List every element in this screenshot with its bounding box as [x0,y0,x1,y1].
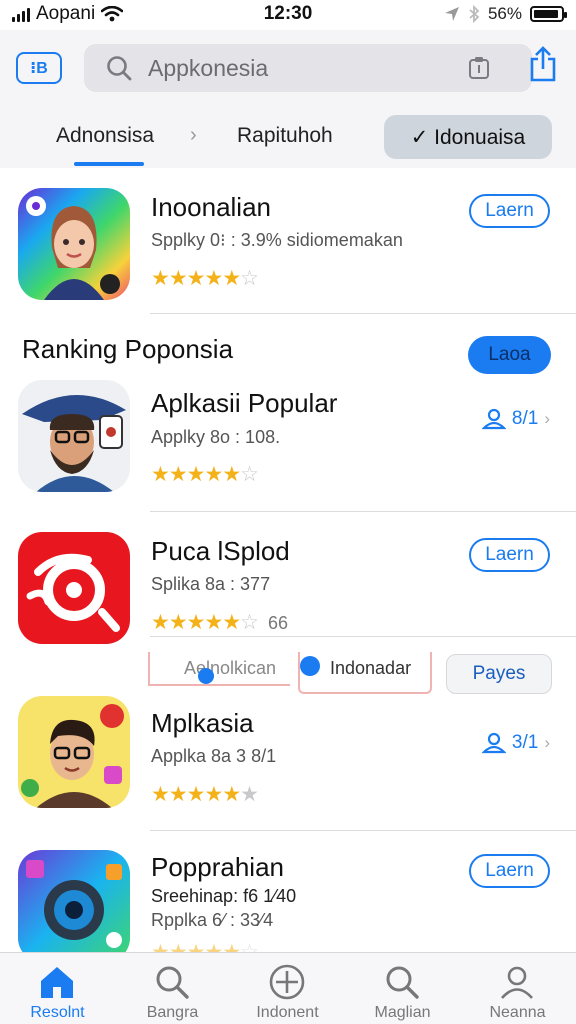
active-tab-indicator [74,162,144,166]
back-label: ⁝B [30,60,48,77]
rating-count: 66 [267,613,288,633]
section-action-button[interactable]: Laoa [468,336,551,374]
app-name: Aplkasii Popular [151,388,338,418]
clipboard-icon[interactable] [468,56,490,80]
star-rating: ★★★★★★ [151,783,259,806]
list-item[interactable]: Inoonalian Spplky 0⁝ : 3.9% sidiomemakan… [0,186,576,306]
get-button[interactable]: Laern [469,538,550,572]
divider [150,830,576,831]
app-subtitle: Applky 8o : 108. [151,427,281,447]
app-name: Inoonalian [151,192,271,222]
app-subtitle: Applka 8a 3 8/1 [151,746,277,766]
divider [150,313,576,314]
subfilter-c-button[interactable]: Payes [446,654,552,694]
app-subtitle-2: Rpplka 6⁄ : 33⁄4 [151,910,274,930]
status-bar: Aopani 12:30 56% [0,0,576,30]
status-right: 56% [444,4,567,24]
search-icon [386,966,419,999]
section-action-label: Laoa [488,344,531,365]
subfilter-b[interactable]: Indonadar [298,652,432,694]
get-button[interactable]: Laern [469,854,550,888]
header: ⁝B Adnonsisa › Rapituhoh ✓ Idonuaisa [0,30,576,168]
home-icon [41,967,73,998]
radio-dot-icon [198,668,214,684]
chevron-right-icon: › [544,409,550,428]
battery-icon [530,6,567,22]
battery-percent: 56% [487,4,522,23]
tab-label: Resolnt [30,1004,85,1021]
star-rating: ★★★★★☆ [151,463,259,486]
rank-value: 8/1 [511,408,539,429]
filter-bar: Adnonsisa › Rapituhoh ✓ Idonuaisa [0,112,576,166]
search-icon [107,56,132,81]
bottom-tab-bar: Resolnt Bangra Indonent Maglian Neanna [0,952,576,1024]
plus-circle-icon [269,964,305,1000]
tab-indonent[interactable]: Indonent [230,953,345,1024]
list-item[interactable]: Aplkasii Popular Applky 8o : 108. ★★★★★☆… [0,380,576,500]
tab-resolnt[interactable]: Resolnt [0,953,115,1024]
search-input[interactable] [148,54,438,82]
location-arrow-icon [444,7,459,21]
divider [150,511,576,512]
filter-chip-indonesia[interactable]: ✓ Idonuaisa [384,115,552,159]
app-icon-red-swirl [18,532,130,644]
tab-label: Neanna [489,1004,546,1021]
star-rating: ★★★★★☆ [151,267,259,290]
section-title: Ranking Poponsia [22,334,234,364]
tab-maglian[interactable]: Maglian [345,953,460,1024]
share-icon[interactable] [528,46,558,82]
person-icon [501,966,533,999]
get-button-label: Laern [485,860,534,881]
sub-filter-bar: Aelnolkican Indonadar Payes [148,652,568,696]
get-button[interactable]: Laern [469,194,550,228]
tab-rapituhoh[interactable]: Rapituhoh [237,124,333,148]
tab-adnonsisa[interactable]: Adnonsisa [56,124,154,148]
subfilter-b-label: Indonadar [330,658,412,678]
app-icon-avatar-girl [18,188,130,300]
app-name: Popprahian [151,852,284,882]
rank-value: 3/1 [511,732,539,753]
app-icon-wizard-man [18,380,130,492]
subfilter-c-label: Payes [472,663,526,684]
list-item[interactable]: Mplkasia Applka 8a 3 8/1 ★★★★★★ 3/1 › [0,694,576,814]
app-subtitle: Splika 8a : 377 [151,574,271,594]
rank-indicator[interactable]: 8/1 › [481,408,550,430]
tab-label: Indonent [256,1004,319,1021]
tab-label: Bangra [146,1004,199,1021]
list-item[interactable]: Popprahian Sreehinap: f6 1⁄40 Rpplka 6⁄ … [0,848,576,968]
rank-indicator[interactable]: 3/1 › [481,732,550,754]
subfilter-a[interactable]: Aelnolkican [148,652,290,686]
tab-neanna[interactable]: Neanna [460,953,575,1024]
get-button-label: Laern [485,200,534,221]
app-subtitle: Sreehinap: f6 1⁄40 [151,886,297,906]
app-name: Mplkasia [151,708,254,738]
chevron-right-icon: › [544,733,550,752]
back-button[interactable]: ⁝B [16,52,62,84]
app-name: Puca lSplod [151,536,290,566]
app-icon-glasses-man [18,696,130,808]
tab-label: Maglian [374,1004,431,1021]
person-badge-icon [481,732,506,754]
app-subtitle: Spplky 0⁝ : 3.9% sidiomemakan [151,230,403,250]
search-bar[interactable] [84,44,532,92]
radio-dot-icon [300,656,320,676]
chevron-right-icon: › [190,124,197,146]
app-icon-camera-lens [18,850,130,962]
list-item[interactable]: Puca lSplod Splika 8a : 377 ★★★★★☆ 66 Lae… [0,530,576,650]
get-button-label: Laern [485,544,534,565]
bluetooth-icon [469,5,480,23]
divider [150,636,576,637]
star-rating: ★★★★★☆ 66 [151,611,288,634]
tab-bangra[interactable]: Bangra [115,953,230,1024]
search-icon [156,966,189,999]
person-badge-icon [481,408,506,430]
